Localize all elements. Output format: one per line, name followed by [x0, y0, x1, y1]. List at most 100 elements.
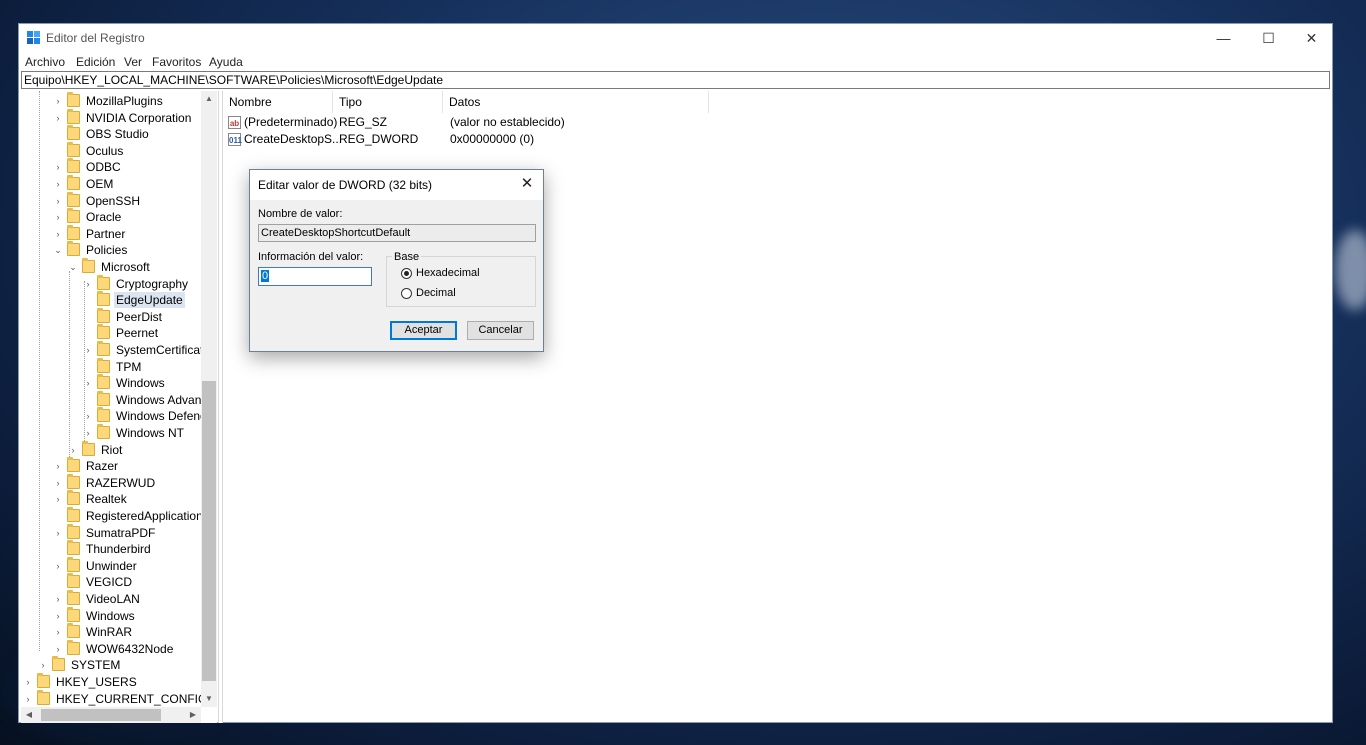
expander-chevron-icon[interactable] [53, 541, 63, 557]
expander-chevron-icon[interactable]: › [83, 276, 93, 292]
tree-item-label: EdgeUpdate [114, 292, 185, 309]
expander-chevron-icon[interactable]: › [53, 591, 63, 607]
menu-ver[interactable]: Ver [124, 55, 142, 69]
tree-vertical-scrollbar[interactable]: ▲ ▼ [201, 91, 217, 707]
expander-chevron-icon[interactable]: › [68, 442, 78, 458]
ok-button[interactable]: Aceptar [390, 321, 457, 340]
expander-chevron-icon[interactable]: › [53, 193, 63, 209]
folder-icon [67, 540, 80, 556]
expander-chevron-icon[interactable] [83, 359, 93, 375]
expander-chevron-icon[interactable] [83, 292, 93, 308]
horizontal-scroll-thumb[interactable] [41, 709, 161, 721]
tree-horizontal-scrollbar[interactable]: ◀ ▶ [21, 707, 201, 723]
folder-icon [67, 141, 80, 157]
menu-bar: Archivo Edición Ver Favoritos Ayuda [19, 52, 1332, 71]
expander-chevron-icon[interactable] [53, 508, 63, 524]
scroll-up-arrow[interactable]: ▲ [201, 91, 217, 107]
folder-icon [97, 374, 110, 390]
menu-ayuda[interactable]: Ayuda [209, 55, 243, 69]
tree-item-label: OBS Studio [86, 127, 149, 142]
dialog-title: Editar valor de DWORD (32 bits) [258, 178, 433, 192]
folder-icon [97, 341, 110, 356]
expander-chevron-icon[interactable]: › [83, 375, 93, 391]
folder-icon [67, 457, 80, 473]
dialog-title-bar[interactable]: Editar valor de DWORD (32 bits) ✕ [250, 170, 543, 200]
menu-edicion[interactable]: Edición [76, 55, 115, 69]
address-bar[interactable]: Equipo\HKEY_LOCAL_MACHINE\SOFTWARE\Polic… [21, 71, 1330, 89]
list-row[interactable]: 011 CreateDesktopS... REG_DWORD 0x000000… [223, 131, 723, 148]
column-header-datos[interactable]: Datos [443, 91, 709, 113]
expander-chevron-icon[interactable]: › [53, 608, 63, 624]
menu-favoritos[interactable]: Favoritos [152, 55, 201, 69]
expander-chevron-icon[interactable]: › [53, 491, 63, 507]
tree-item-label: SYSTEM [71, 658, 121, 673]
expander-chevron-icon[interactable]: › [23, 674, 33, 690]
registry-editor-window: Editor del Registro — ☐ ✕ Archivo Edició… [18, 23, 1333, 723]
expander-chevron-icon[interactable]: › [23, 691, 33, 707]
expander-chevron-icon[interactable]: › [53, 226, 63, 242]
tree-item-label: Oculus [86, 143, 124, 158]
expander-chevron-icon[interactable]: › [53, 176, 63, 192]
folder-icon [67, 639, 80, 655]
menu-archivo[interactable]: Archivo [25, 55, 65, 69]
tree-item-label: PeerDist [116, 309, 163, 324]
expander-chevron-icon[interactable]: › [83, 425, 93, 441]
desktop-highlight [1335, 230, 1366, 310]
folder-icon [67, 606, 80, 622]
title-bar[interactable]: Editor del Registro — ☐ ✕ [19, 24, 1332, 52]
folder-icon [67, 208, 80, 224]
folder-icon [52, 656, 65, 672]
expander-chevron-icon[interactable]: › [53, 624, 63, 640]
value-name: (Predeterminado) [244, 115, 338, 129]
expander-chevron-icon[interactable]: › [53, 93, 63, 109]
expander-chevron-icon[interactable]: › [53, 458, 63, 474]
cancel-button[interactable]: Cancelar [467, 321, 534, 340]
folder-icon [97, 407, 110, 423]
folder-icon [97, 274, 110, 290]
value-name: CreateDesktopS... [244, 132, 343, 146]
list-row[interactable]: ab (Predeterminado) REG_SZ (valor no est… [223, 114, 723, 131]
tree-item-label: OpenSSH [86, 193, 141, 208]
value-type: REG_DWORD [339, 132, 419, 146]
column-header-nombre[interactable]: Nombre [223, 91, 333, 113]
expander-chevron-icon[interactable]: › [53, 525, 63, 541]
expander-chevron-icon[interactable]: › [53, 110, 63, 126]
expander-chevron-icon[interactable] [53, 574, 63, 590]
minimize-button[interactable]: — [1201, 24, 1246, 52]
scroll-thumb[interactable] [202, 381, 216, 681]
close-button[interactable]: ✕ [1289, 24, 1334, 52]
scroll-left-arrow[interactable]: ◀ [21, 707, 37, 723]
expander-chevron-icon[interactable]: › [83, 408, 93, 424]
scroll-right-arrow[interactable]: ▶ [185, 707, 201, 723]
expander-chevron-icon[interactable] [83, 309, 93, 325]
expander-chevron-icon[interactable]: › [53, 159, 63, 175]
expander-chevron-icon[interactable]: › [53, 475, 63, 491]
expander-chevron-icon[interactable]: › [38, 657, 48, 673]
folder-icon [97, 390, 110, 406]
folder-icon [67, 573, 80, 589]
expander-chevron-icon[interactable] [83, 325, 93, 341]
expander-chevron-icon[interactable]: › [53, 558, 63, 574]
column-header-tipo[interactable]: Tipo [333, 91, 443, 113]
dialog-close-button[interactable]: ✕ [517, 174, 537, 194]
folder-icon [67, 108, 80, 124]
value-name-label: Nombre de valor: [258, 208, 343, 220]
folder-icon [67, 523, 80, 539]
scroll-down-arrow[interactable]: ▼ [201, 691, 217, 707]
expander-chevron-icon[interactable]: › [83, 342, 93, 358]
value-data-input[interactable]: 0 [258, 267, 372, 286]
folder-icon [67, 490, 80, 506]
tree-item-label: Windows [116, 376, 165, 391]
expander-chevron-icon[interactable] [53, 126, 63, 142]
expander-chevron-icon[interactable] [53, 143, 63, 159]
expander-chevron-icon[interactable]: ⌄ [68, 259, 78, 275]
base-group [386, 256, 536, 307]
maximize-button[interactable]: ☐ [1246, 24, 1291, 52]
folder-icon [67, 623, 80, 639]
registry-editor-icon [27, 31, 40, 44]
expander-chevron-icon[interactable]: › [53, 641, 63, 657]
expander-chevron-icon[interactable]: ⌄ [53, 242, 63, 258]
tree-item-label: WinRAR [86, 625, 133, 640]
expander-chevron-icon[interactable]: › [53, 209, 63, 225]
expander-chevron-icon[interactable] [83, 392, 93, 408]
